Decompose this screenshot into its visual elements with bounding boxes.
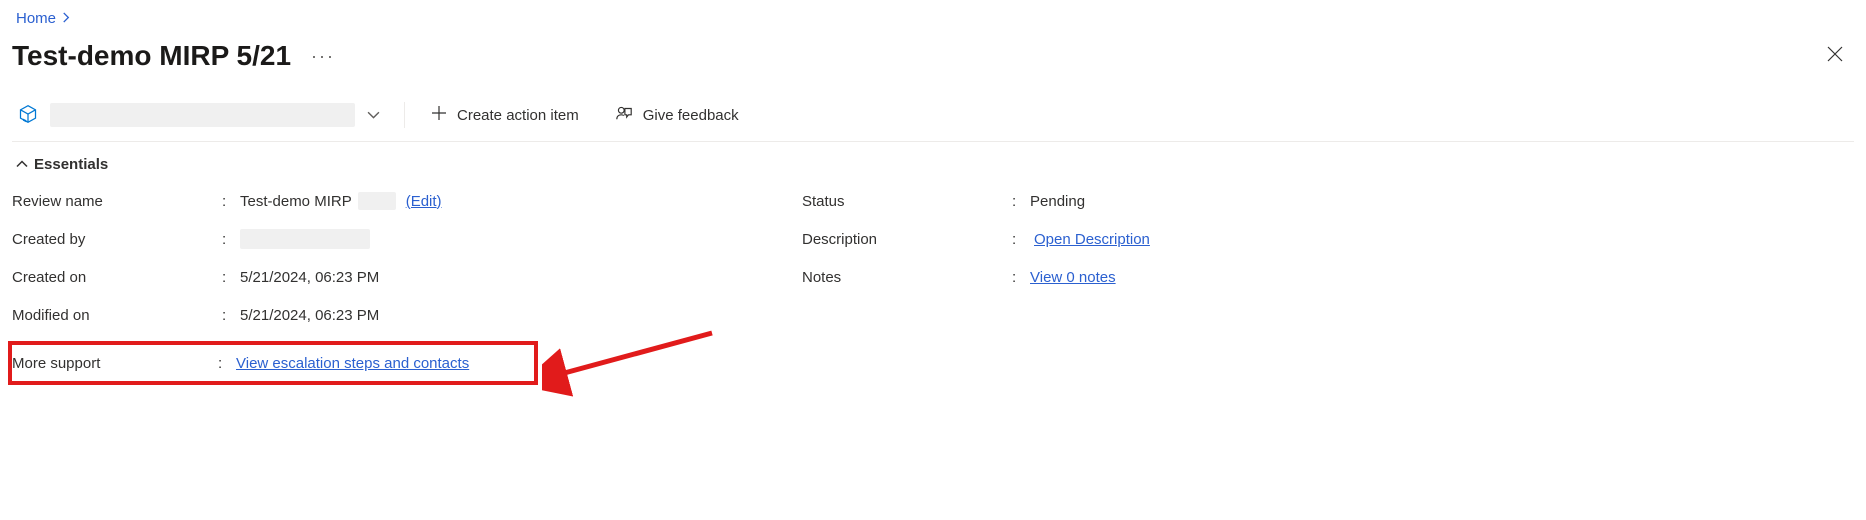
annotation-highlight: More support : View escalation steps and… (8, 341, 538, 385)
toolbar-separator (404, 102, 405, 128)
toolbar: Create action item Give feedback (12, 99, 1854, 142)
more-support-row: More support : View escalation steps and… (12, 351, 528, 375)
close-button[interactable] (1816, 39, 1854, 73)
redacted-text (358, 192, 396, 210)
review-name-label: Review name (12, 193, 222, 210)
status-label: Status (802, 193, 1012, 210)
notes-label: Notes (802, 269, 1012, 286)
create-action-item-button[interactable]: Create action item (423, 101, 587, 129)
created-on-value: 5/21/2024, 06:23 PM (240, 269, 379, 286)
created-by-label: Created by (12, 231, 222, 248)
feedback-icon (615, 104, 633, 126)
essentials-panel: Review name : Test-demo MIRP (Edit) Crea… (12, 189, 1854, 385)
dropdown-value (50, 103, 355, 127)
more-options-button[interactable]: ··· (311, 46, 335, 67)
chevron-down-icon (367, 107, 380, 123)
breadcrumb: Home (12, 10, 1854, 27)
view-notes-link[interactable]: View 0 notes (1030, 269, 1116, 286)
status-value: Pending (1030, 193, 1085, 210)
essentials-toggle[interactable]: Essentials (12, 156, 1854, 173)
page-title: Test-demo MIRP 5/21 (12, 40, 291, 72)
review-name-value: Test-demo MIRP (240, 193, 352, 210)
resource-dropdown[interactable] (18, 99, 390, 131)
view-escalation-link[interactable]: View escalation steps and contacts (236, 355, 469, 372)
review-name-row: Review name : Test-demo MIRP (Edit) (12, 189, 802, 213)
chevron-up-icon (16, 158, 28, 172)
notes-row: Notes : View 0 notes (802, 265, 1150, 289)
created-on-row: Created on : 5/21/2024, 06:23 PM (12, 265, 802, 289)
modified-on-label: Modified on (12, 307, 222, 324)
more-support-label: More support (12, 355, 218, 372)
create-action-label: Create action item (457, 107, 579, 124)
give-feedback-button[interactable]: Give feedback (607, 100, 747, 130)
breadcrumb-home[interactable]: Home (16, 10, 56, 27)
status-row: Status : Pending (802, 189, 1150, 213)
description-label: Description (802, 231, 1012, 248)
package-icon (18, 104, 38, 127)
plus-icon (431, 105, 447, 125)
title-row: Test-demo MIRP 5/21 ··· (12, 39, 1854, 73)
created-by-row: Created by : (12, 227, 802, 251)
open-description-link[interactable]: Open Description (1034, 231, 1150, 248)
edit-name-link[interactable]: (Edit) (406, 193, 442, 210)
created-on-label: Created on (12, 269, 222, 286)
modified-on-value: 5/21/2024, 06:23 PM (240, 307, 379, 324)
essentials-heading: Essentials (34, 156, 108, 173)
description-row: Description : Open Description (802, 227, 1150, 251)
annotation-arrow-icon (542, 327, 722, 397)
modified-on-row: Modified on : 5/21/2024, 06:23 PM (12, 303, 802, 327)
chevron-right-icon (62, 11, 71, 26)
redacted-text (240, 229, 370, 249)
give-feedback-label: Give feedback (643, 107, 739, 124)
